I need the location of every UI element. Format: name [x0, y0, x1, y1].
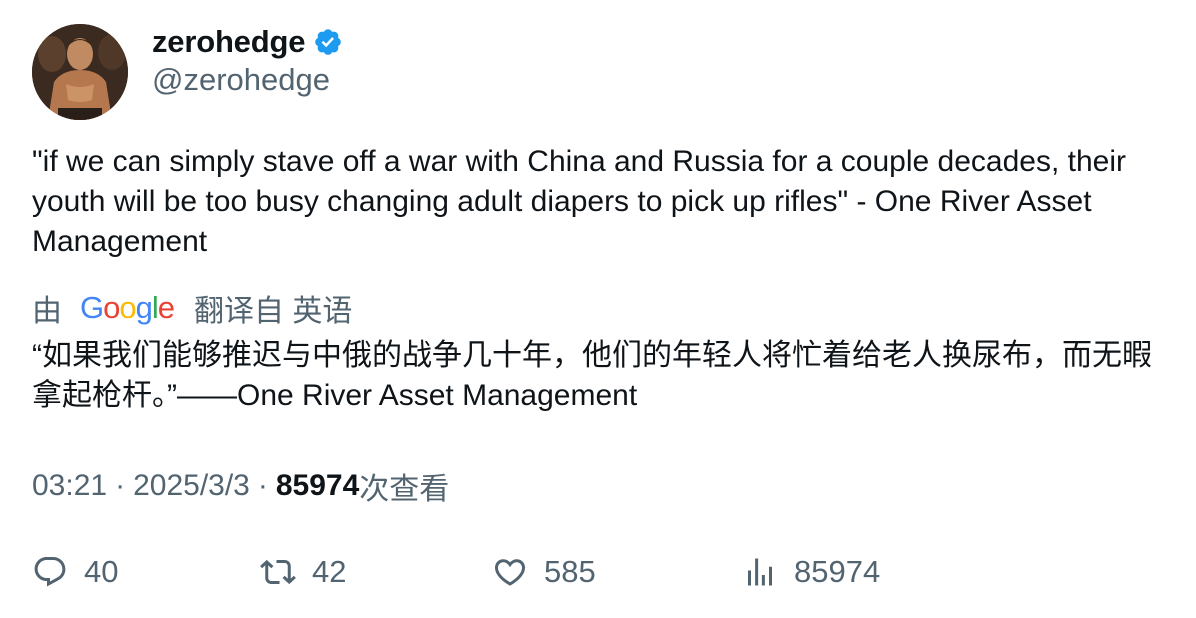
retweet-count: 42	[312, 554, 347, 589]
reply-button[interactable]: 40	[32, 548, 118, 596]
translation-by-label: 由	[32, 295, 62, 328]
tweet-time[interactable]: 03:21	[32, 469, 107, 503]
action-bar: 40 42 585 85974	[32, 548, 1172, 596]
retweet-icon	[260, 554, 296, 590]
meta-separator: ·	[115, 469, 126, 502]
views-action-count: 85974	[794, 554, 881, 589]
like-count: 585	[544, 554, 596, 589]
views-label: 次查看	[359, 473, 450, 506]
views-chart-icon	[742, 554, 778, 590]
translation-from-label: 翻译自 英语	[194, 295, 353, 328]
like-button[interactable]: 585	[492, 548, 596, 596]
reply-icon	[32, 554, 68, 590]
google-logo-icon: Google	[80, 290, 175, 325]
tweet-card: zerohedge @zerohedge "if we can simply s…	[0, 0, 1196, 618]
verified-badge-icon[interactable]	[313, 27, 343, 57]
views-button[interactable]: 85974	[742, 548, 880, 596]
tweet-date[interactable]: 2025/3/3	[133, 469, 250, 503]
meta-separator: ·	[257, 469, 268, 502]
translation-attribution[interactable]: 由 Google 翻译自 英语	[32, 286, 352, 330]
views-count[interactable]: 85974	[276, 469, 359, 503]
retweet-button[interactable]: 42	[260, 548, 346, 596]
display-name-row: zerohedge	[152, 22, 343, 62]
tweet-meta: 03:21 · 2025/3/3 · 85974 次查看	[32, 464, 449, 508]
avatar-photo-icon	[32, 24, 128, 120]
reply-count: 40	[84, 554, 119, 589]
translated-text: “如果我们能够推迟与中俄的战争几十年，他们的年轻人将忙着给老人换尿布，而无暇拿起…	[32, 339, 1152, 412]
display-name[interactable]: zerohedge	[152, 24, 305, 60]
heart-icon	[492, 554, 528, 590]
avatar[interactable]	[32, 24, 128, 120]
author-handle[interactable]: @zerohedge	[152, 62, 330, 98]
tweet-text: "if we can simply stave off a war with C…	[32, 145, 1126, 258]
